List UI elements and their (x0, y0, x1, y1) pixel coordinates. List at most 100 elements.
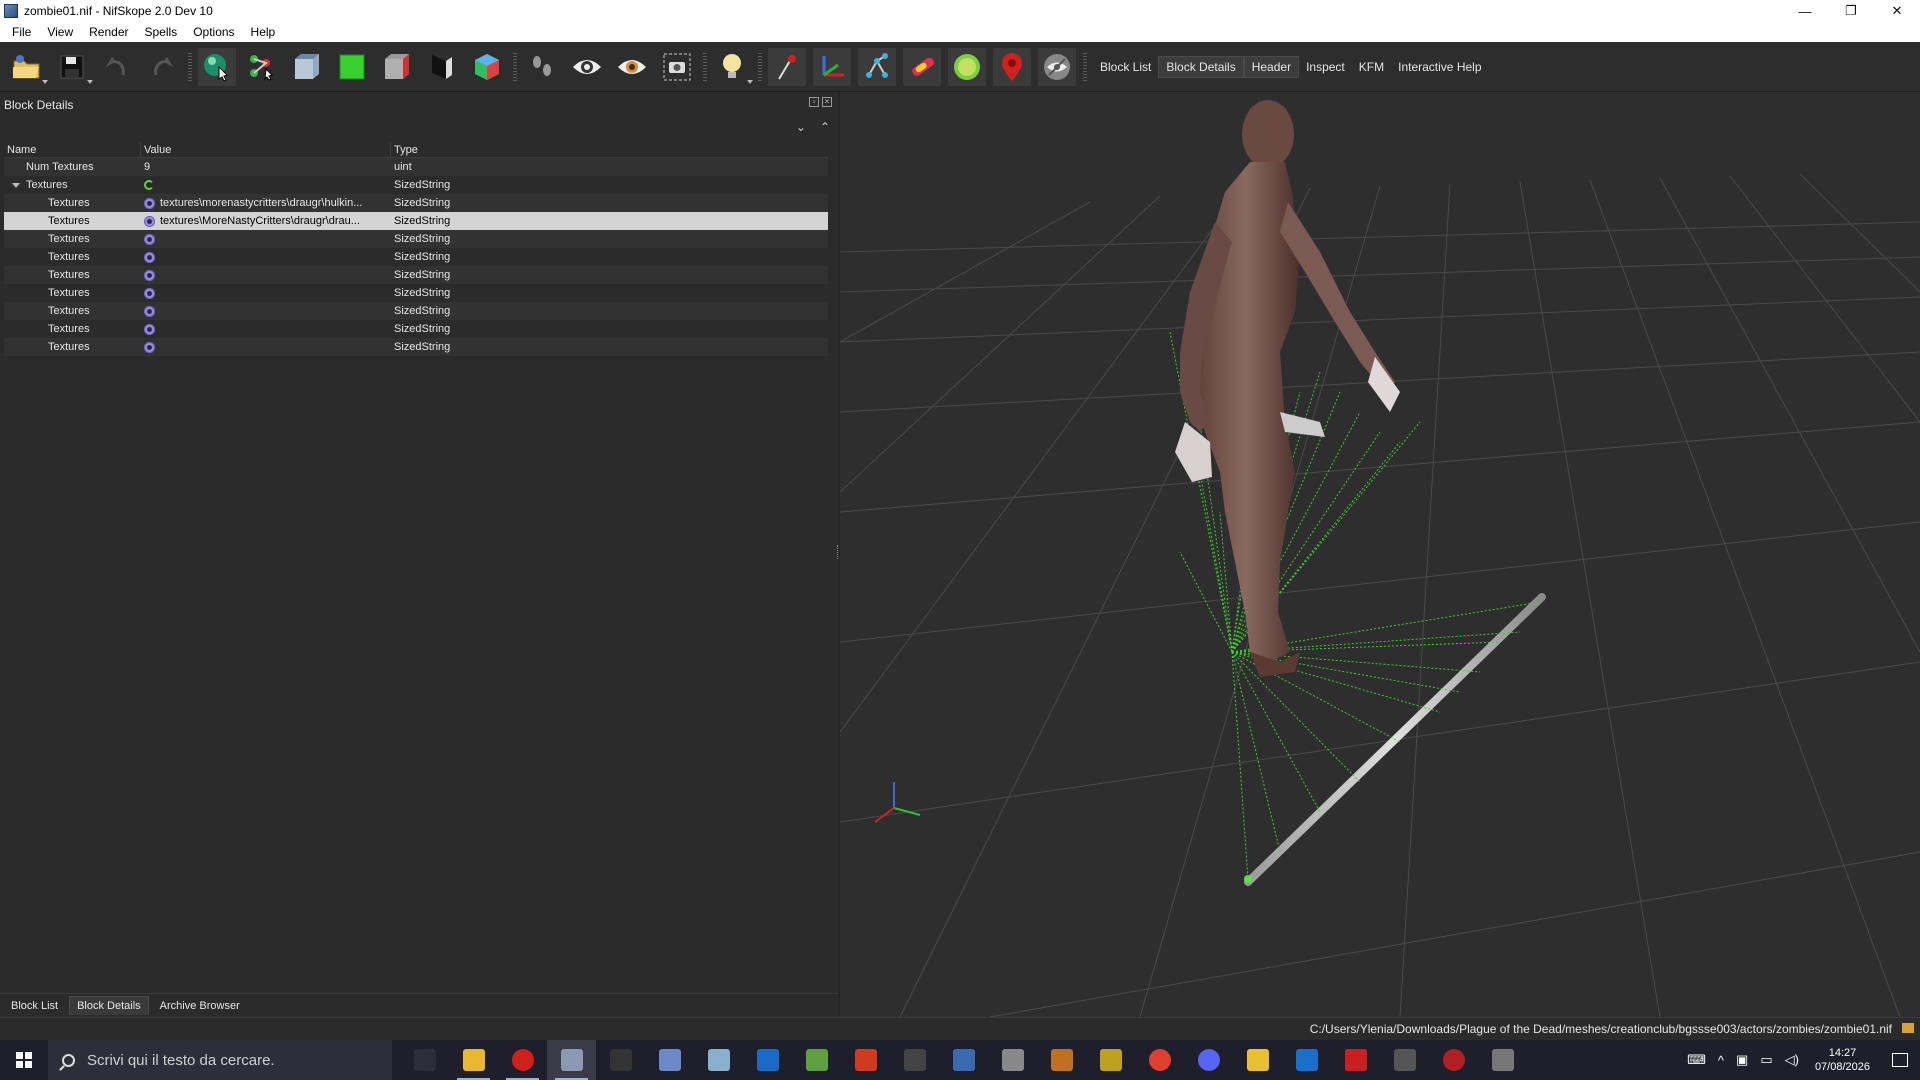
screenshot-icon[interactable] (658, 48, 696, 86)
network-icon[interactable]: ▭ (1754, 1052, 1778, 1068)
app-f-icon[interactable] (841, 1040, 890, 1080)
app-gear-icon[interactable] (1478, 1040, 1527, 1080)
bone-select-icon[interactable] (243, 48, 281, 86)
dock-tab-archive-browser[interactable]: Archive Browser (153, 997, 247, 1015)
view-top-icon[interactable] (378, 48, 416, 86)
float-icon[interactable]: ▫ (809, 97, 819, 107)
splitter-handle[interactable] (837, 545, 839, 559)
app-red-icon[interactable] (1331, 1040, 1380, 1080)
nifskope-icon[interactable] (547, 1040, 596, 1080)
show-hidden-icons[interactable]: ^ (1712, 1053, 1730, 1068)
show-hidden-icon[interactable] (1038, 47, 1076, 86)
update-array-icon[interactable] (144, 180, 154, 190)
column-header-value[interactable]: Value (141, 142, 391, 157)
app-folder-icon[interactable] (988, 1040, 1037, 1080)
string-gear-icon[interactable] (144, 251, 155, 263)
string-gear-icon[interactable] (144, 341, 155, 353)
toolbar-tab-inspect[interactable]: Inspect (1299, 56, 1352, 78)
show-constraints-icon[interactable] (858, 47, 896, 86)
row-value-cell[interactable]: textures\morenastycritters\draugr\hulkin… (141, 197, 391, 209)
app-castle-icon[interactable] (1380, 1040, 1429, 1080)
opera-icon[interactable] (498, 1040, 547, 1080)
toolbar-tab-block-list[interactable]: Block List (1093, 56, 1158, 78)
menu-spells[interactable]: Spells (139, 25, 184, 39)
meet-now-icon[interactable]: ▣ (1730, 1052, 1754, 1068)
app-map-icon[interactable] (1086, 1040, 1135, 1080)
toolbar-tab-header[interactable]: Header (1243, 55, 1300, 78)
notepad-icon[interactable] (792, 1040, 841, 1080)
store-icon[interactable] (743, 1040, 792, 1080)
close-panel-icon[interactable]: × (822, 97, 832, 107)
toolbar-tab-kfm[interactable]: KFM (1352, 56, 1391, 78)
tree-row[interactable]: Textures SizedString (4, 230, 828, 248)
view-user-icon[interactable] (468, 48, 506, 86)
tree-row[interactable]: Textures SizedString (4, 266, 828, 284)
string-gear-icon[interactable] (144, 305, 155, 317)
minimize-button[interactable]: — (1782, 0, 1828, 22)
app-window-icon[interactable] (939, 1040, 988, 1080)
volume-icon[interactable]: ◁) (1779, 1052, 1805, 1068)
tree-row[interactable]: Textures SizedString (4, 320, 828, 338)
app-round-icon[interactable] (1429, 1040, 1478, 1080)
task-view-icon[interactable] (400, 1040, 449, 1080)
row-value-cell[interactable] (141, 287, 391, 299)
string-gear-icon[interactable] (144, 287, 155, 299)
column-header-type[interactable]: Type (391, 142, 828, 157)
file-explorer-icon[interactable] (449, 1040, 498, 1080)
view-front-icon[interactable] (288, 48, 326, 86)
string-gear-icon[interactable] (144, 323, 155, 335)
undo-icon[interactable] (98, 48, 136, 86)
open-icon[interactable] (8, 48, 48, 86)
expand-all-icon[interactable]: ⌄ (796, 120, 806, 134)
save-icon[interactable] (53, 48, 93, 86)
row-value-cell[interactable]: textures\MoreNastyCritters\draugr\drau..… (141, 215, 391, 227)
walk-icon[interactable] (523, 48, 561, 86)
tree-row[interactable]: Textures SizedString (4, 338, 828, 356)
start-button[interactable] (0, 1040, 48, 1080)
row-value-cell[interactable] (141, 341, 391, 353)
string-gear-icon[interactable] (144, 215, 155, 227)
dock-tab-block-details[interactable]: Block Details (69, 996, 149, 1015)
expand-arrow-icon[interactable] (12, 182, 20, 188)
tree-row[interactable]: Textures SizedString (4, 176, 828, 194)
menu-view[interactable]: View (41, 25, 79, 39)
app-sticky-icon[interactable] (1233, 1040, 1282, 1080)
terminal-icon[interactable] (596, 1040, 645, 1080)
row-value-cell[interactable]: 9 (141, 161, 391, 173)
redo-icon[interactable] (143, 48, 181, 86)
restore-button[interactable]: ❐ (1828, 0, 1874, 22)
toolbar-tab-interactive-help[interactable]: Interactive Help (1391, 56, 1488, 78)
tree-row[interactable]: Textures textures\morenastycritters\draug… (4, 194, 828, 212)
row-value-cell[interactable] (141, 323, 391, 335)
dock-tab-block-list[interactable]: Block List (4, 997, 65, 1015)
row-value-cell[interactable] (141, 180, 391, 190)
app-blue-icon[interactable] (1282, 1040, 1331, 1080)
string-gear-icon[interactable] (144, 269, 155, 281)
notification-center-icon[interactable] (1880, 1040, 1920, 1080)
select-icon[interactable] (198, 47, 236, 86)
light-icon[interactable] (713, 48, 753, 86)
show-collision-icon[interactable] (903, 47, 941, 86)
taskbar-search[interactable]: Scrivi qui il testo da cercare. (48, 1040, 392, 1080)
toolbar-tab-block-details[interactable]: Block Details (1158, 55, 1244, 78)
tree-row[interactable]: Textures SizedString (4, 302, 828, 320)
collapse-all-icon[interactable]: ⌃ (820, 120, 830, 134)
row-value-cell[interactable] (141, 305, 391, 317)
view-side-icon[interactable] (333, 48, 371, 86)
close-button[interactable]: ✕ (1874, 0, 1920, 22)
string-gear-icon[interactable] (144, 233, 155, 245)
menu-file[interactable]: File (6, 25, 37, 39)
render-viewport[interactable] (840, 92, 1920, 1017)
resize-grip-icon[interactable] (1902, 1023, 1914, 1033)
clock[interactable]: 14:27 07/08/2026 (1805, 1046, 1880, 1074)
tree-row[interactable]: Textures SizedString (4, 284, 828, 302)
tree-row[interactable]: Textures textures\MoreNastyCritters\draug… (4, 212, 828, 230)
game-icon[interactable] (694, 1040, 743, 1080)
chrome-icon[interactable] (1135, 1040, 1184, 1080)
column-header-name[interactable]: Name (4, 142, 141, 157)
view-back-icon[interactable] (423, 48, 461, 86)
show-icon[interactable] (568, 48, 606, 86)
show-nodes-icon[interactable] (768, 47, 806, 86)
menu-help[interactable]: Help (245, 25, 282, 39)
string-gear-icon[interactable] (144, 197, 155, 209)
